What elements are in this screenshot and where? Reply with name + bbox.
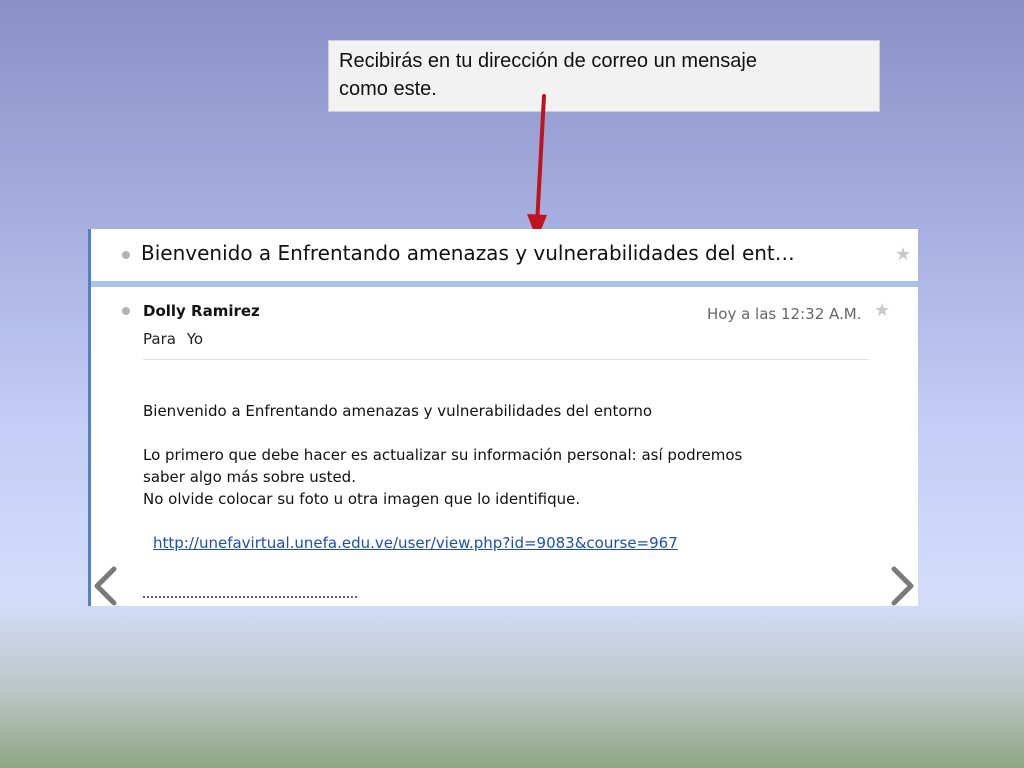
email-body-line-3: saber algo más sobre usted. bbox=[143, 468, 356, 486]
email-preview-panel: Bienvenido a Enfrentando amenazas y vuln… bbox=[88, 229, 918, 606]
callout-line-2: como este. bbox=[339, 78, 437, 100]
bullet-dot-icon bbox=[122, 307, 130, 315]
email-body-line-4: No olvide colocar su foto u otra imagen … bbox=[143, 490, 581, 508]
email-subject: Bienvenido a Enfrentando amenazas y vuln… bbox=[141, 241, 795, 265]
email-timestamp: Hoy a las 12:32 A.M. bbox=[707, 305, 862, 323]
email-body-line-1: Bienvenido a Enfrentando amenazas y vuln… bbox=[143, 402, 653, 420]
star-icon[interactable]: ★ bbox=[895, 246, 911, 264]
email-sender[interactable]: Dolly Ramirez bbox=[143, 302, 260, 320]
email-subject-bar: Bienvenido a Enfrentando amenazas y vuln… bbox=[91, 229, 918, 287]
email-body-line-2: Lo primero que debe hacer es actualizar … bbox=[143, 446, 743, 464]
truncated-text-line bbox=[143, 596, 357, 602]
star-icon[interactable]: ★ bbox=[874, 302, 890, 320]
bullet-dot-icon bbox=[122, 251, 130, 259]
instruction-callout: Recibirás en tu dirección de correo un m… bbox=[328, 40, 880, 112]
callout-line-1: Recibirás en tu dirección de correo un m… bbox=[339, 50, 757, 72]
chevron-left-icon[interactable] bbox=[90, 566, 120, 606]
recipient-name: Yo bbox=[186, 330, 204, 348]
header-divider bbox=[143, 359, 869, 360]
profile-link[interactable]: http://unefavirtual.unefa.edu.ve/user/vi… bbox=[153, 534, 678, 552]
recipient-prefix: Para bbox=[143, 330, 176, 348]
email-recipient-line: Para Yo bbox=[143, 330, 209, 348]
chevron-right-icon[interactable] bbox=[888, 566, 918, 606]
red-arrow-icon bbox=[527, 94, 547, 240]
